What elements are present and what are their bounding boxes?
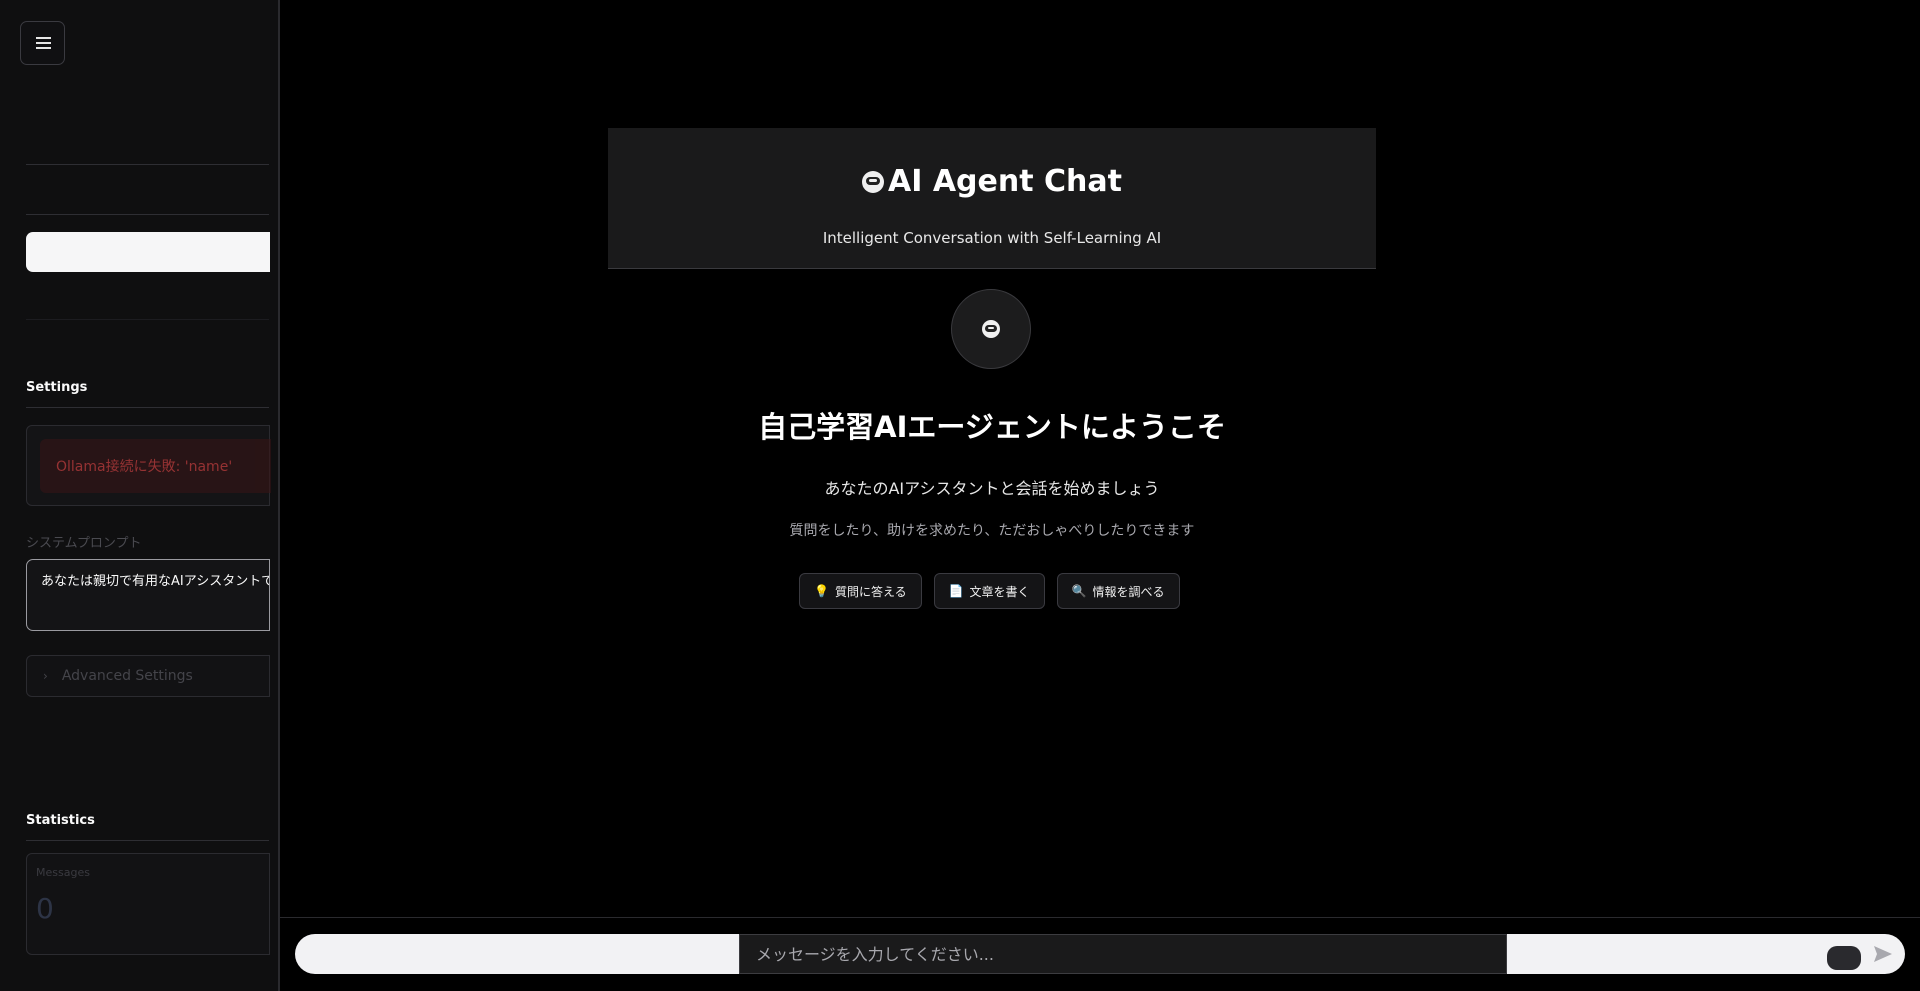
- page-title: AI Agent Chat: [888, 164, 1122, 199]
- suggestion-label: 文章を書く: [969, 584, 1030, 599]
- avatar: [951, 289, 1031, 369]
- divider: [26, 407, 269, 408]
- menu-icon-bar: [36, 47, 51, 49]
- suggestion-chips: 💡 質問に答える 📄 文章を書く 🔍 情報を調べる: [799, 573, 1180, 609]
- menu-button[interactable]: [20, 21, 65, 65]
- divider: [26, 840, 269, 841]
- robot-icon: [982, 320, 1000, 338]
- menu-icon-bar: [36, 42, 51, 44]
- chevron-right-icon: ›: [43, 669, 48, 683]
- error-container: Ollama接続に失敗: 'name': [26, 425, 271, 506]
- suggestion-label: 質問に答える: [834, 584, 907, 599]
- chat-input[interactable]: [739, 934, 1507, 974]
- chat-input-bar: [295, 934, 1905, 974]
- main-area: AI Agent Chat Intelligent Conversation w…: [280, 0, 1920, 991]
- settings-heading: Settings: [26, 380, 88, 395]
- advanced-settings-expander[interactable]: › Advanced Settings: [26, 655, 270, 697]
- header-card: AI Agent Chat Intelligent Conversation w…: [608, 128, 1376, 269]
- send-button[interactable]: [1871, 942, 1895, 966]
- sidebar: Settings Ollama接続に失敗: 'name' システムプロンプト あ…: [0, 0, 280, 991]
- welcome-title: 自己学習AIエージェントにようこそ: [758, 410, 1226, 444]
- divider: [26, 164, 269, 165]
- welcome-subtitle: あなたのAIアシスタントと会話を始めましょう: [824, 479, 1160, 498]
- stats-label: Messages: [36, 866, 90, 879]
- system-prompt-label: システムプロンプト: [26, 536, 142, 551]
- stats-value: 0: [36, 892, 54, 925]
- document-icon: 📄: [948, 584, 964, 598]
- error-message: Ollama接続に失敗: 'name': [40, 439, 271, 493]
- suggestion-write-button[interactable]: 📄 文章を書く: [933, 573, 1045, 609]
- attachment-toggle[interactable]: [1827, 946, 1861, 970]
- robot-icon: [862, 170, 885, 193]
- suggestion-label: 情報を調べる: [1092, 584, 1165, 599]
- divider: [26, 319, 269, 320]
- suggestion-answer-button[interactable]: 💡 質問に答える: [799, 573, 922, 609]
- suggestion-research-button[interactable]: 🔍 情報を調べる: [1056, 573, 1180, 609]
- divider: [280, 917, 1920, 918]
- page-subtitle: Intelligent Conversation with Self-Learn…: [822, 229, 1162, 247]
- advanced-settings-label: Advanced Settings: [61, 668, 193, 684]
- stats-metric: Messages 0: [26, 853, 270, 955]
- sidebar-input[interactable]: [26, 232, 270, 272]
- divider: [26, 214, 269, 215]
- system-prompt-textarea[interactable]: あなたは親切で有用なAIアシスタントで: [26, 559, 270, 631]
- statistics-heading: Statistics: [26, 813, 95, 828]
- menu-icon: [36, 37, 51, 39]
- magnifier-icon: 🔍: [1071, 584, 1087, 598]
- lightbulb-icon: 💡: [814, 584, 829, 598]
- welcome-description: 質問をしたり、助けを求めたり、ただおしゃべりしたりできます: [789, 523, 1195, 539]
- send-icon: [1874, 946, 1892, 962]
- page-title-row: AI Agent Chat: [608, 164, 1376, 199]
